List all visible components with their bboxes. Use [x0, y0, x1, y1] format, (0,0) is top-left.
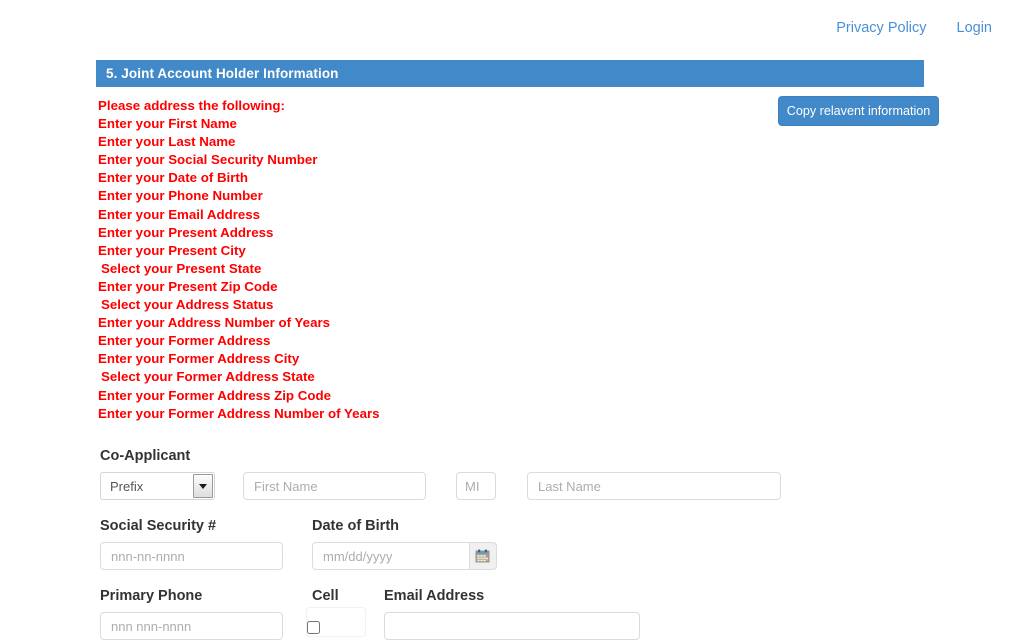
calendar-icon: [475, 549, 490, 563]
date-of-birth-input[interactable]: [312, 542, 469, 570]
validation-message: Enter your Date of Birth: [98, 170, 248, 186]
validation-message: Enter your Last Name: [98, 134, 236, 150]
validation-message: Enter your First Name: [98, 116, 237, 132]
validation-message: Enter your Social Security Number: [98, 152, 318, 168]
email-address-label: Email Address: [384, 588, 485, 604]
validation-message: Enter your Email Address: [98, 206, 261, 222]
page-root: Privacy Policy Login 5. Joint Account Ho…: [0, 0, 1024, 640]
validation-message: Select your Former Address State: [101, 369, 315, 385]
primary-phone-label: Primary Phone: [100, 588, 203, 604]
copy-relevant-information-button[interactable]: Copy relavent information: [778, 96, 939, 126]
validation-message: Enter your Former Address City: [98, 351, 300, 367]
ssn-input[interactable]: [100, 542, 283, 570]
cell-label: Cell: [312, 588, 339, 604]
validation-message: Enter your Former Address: [98, 333, 271, 349]
validation-message: Select your Present State: [101, 260, 262, 276]
cell-checkbox[interactable]: [307, 621, 320, 634]
validation-message: Enter your Present Address: [98, 224, 274, 240]
validation-summary: Please address the following: Enter your…: [98, 97, 698, 423]
primary-phone-input[interactable]: [100, 612, 283, 640]
validation-message: Enter your Present Zip Code: [98, 278, 278, 294]
validation-message: Enter your Former Address Number of Year…: [98, 405, 380, 421]
first-name-input[interactable]: [243, 472, 426, 500]
login-link[interactable]: Login: [957, 20, 992, 36]
date-of-birth-label: Date of Birth: [312, 518, 399, 534]
validation-message: Enter your Present City: [98, 242, 246, 258]
prefix-select[interactable]: Prefix Mr. Mrs. Ms. Dr.: [100, 472, 215, 500]
section-header-bar: 5. Joint Account Holder Information: [96, 60, 924, 87]
calendar-picker-button[interactable]: [468, 542, 497, 570]
validation-message: Enter your Phone Number: [98, 188, 263, 204]
email-address-input[interactable]: [384, 612, 640, 640]
validation-message: Enter your Address Number of Years: [98, 315, 331, 331]
middle-initial-input[interactable]: [456, 472, 496, 500]
ssn-label: Social Security #: [100, 518, 217, 534]
validation-heading: Please address the following:: [98, 98, 285, 113]
section-title: 5. Joint Account Holder Information: [106, 66, 339, 81]
validation-message: Enter your Former Address Zip Code: [98, 387, 331, 403]
last-name-input[interactable]: [527, 472, 781, 500]
privacy-policy-link[interactable]: Privacy Policy: [836, 20, 926, 36]
coapplicant-heading: Co-Applicant: [100, 448, 191, 464]
validation-message: Select your Address Status: [101, 297, 274, 313]
date-of-birth-group: [312, 542, 497, 570]
top-utility-bar: Privacy Policy Login: [0, 0, 1024, 56]
